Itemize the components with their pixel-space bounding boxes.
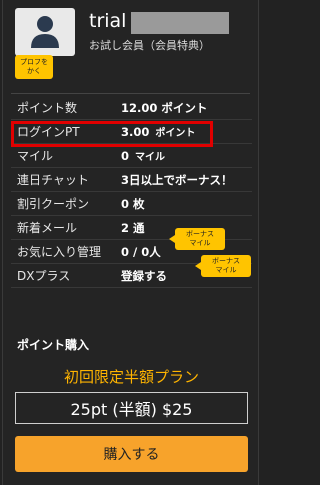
bubble-label: ボーナス [186,230,214,238]
stat-label: DXプラス [17,269,71,283]
stat-label: ポイント数 [17,101,78,115]
purchase-section-title: ポイント購入 [17,338,90,352]
login-pt-highlight [11,121,213,147]
fav-bonus-bubble: ボーナス マイル [195,255,251,277]
dx-plus-register-link[interactable]: 登録する [121,268,167,284]
mail-bonus-bubble: ボーナス マイル [169,228,225,250]
bubble-label: ボーナス [212,257,240,265]
member-type: お試し会員（会員特典） [89,39,210,52]
stat-label: 連日チャット [17,173,89,187]
stat-label: マイル [17,149,54,163]
plan-select[interactable]: 25pt (半額) $25 [15,392,248,424]
plan-title: 初回限定半額プラン [63,368,199,386]
stat-value: 2 通 [121,220,145,235]
username: trial [89,10,127,32]
stat-label: お気に入り管理 [17,245,102,259]
divider [11,93,250,94]
stat-points: ポイント数 12.00 ポイント [11,96,252,120]
stat-label: 割引クーポン [17,197,90,211]
stat-coupon[interactable]: 割引クーポン 0 枚 [11,192,252,216]
edit-profile-label: かく [27,67,41,75]
stat-value: 12.00 ポイント [121,100,208,115]
edit-profile-badge[interactable]: プロフを かく [15,55,53,79]
username-redaction [131,12,229,34]
bubble-label: マイル [215,266,237,274]
stat-value: 0 / 0人 [121,244,161,259]
stat-mile: マイル 0 マイル [11,144,252,168]
account-panel: プロフを かく trial お試し会員（会員特典） ポイント数 12.00 ポイ… [2,0,259,485]
stat-chat-streak: 連日チャット 3日以上でボーナス！ [11,168,252,192]
stat-value: 3日以上でボーナス！ [121,172,233,187]
bubble-label: マイル [189,239,211,247]
stat-label: 新着メール [17,221,78,235]
stat-number: 0 [121,149,130,163]
buy-button[interactable]: 購入する [15,436,248,472]
edit-profile-label: プロフを [20,58,48,66]
stat-unit: マイル [135,152,166,163]
user-icon [31,16,59,48]
avatar[interactable] [15,8,75,56]
stat-value: 0 枚 [121,196,145,211]
stat-value: 0 マイル [121,148,165,163]
